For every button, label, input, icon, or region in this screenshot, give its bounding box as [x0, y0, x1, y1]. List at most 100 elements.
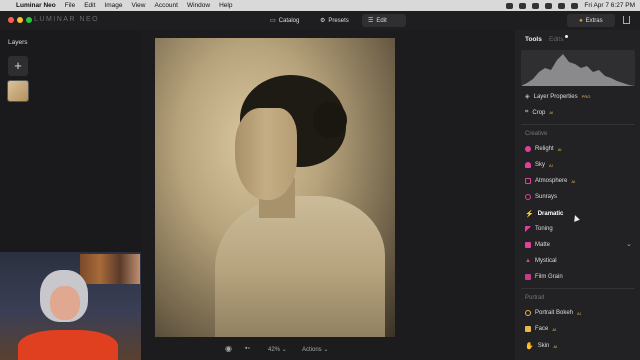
tool-label: Film Grain	[535, 274, 563, 280]
tool-label: Dramatic	[537, 211, 564, 217]
tool-layer-properties[interactable]: ◈ Layer Properties PRO	[525, 93, 590, 101]
share-icon[interactable]	[623, 16, 630, 24]
ai-badge: AI	[549, 110, 554, 115]
menu-app-name[interactable]: Luminar Neo	[16, 2, 56, 9]
tool-relight[interactable]: Relight AI	[525, 146, 561, 152]
tab-edits[interactable]: Edits	[549, 36, 563, 43]
battery-icon[interactable]	[532, 2, 540, 9]
tool-dramatic[interactable]: ⚡ Dramatic	[525, 210, 563, 218]
crop-icon: ⌗	[525, 109, 529, 115]
tools-panel: Tools Edits ◈ Layer Properties PRO ⌗ Cro…	[515, 30, 640, 360]
bookshelf	[80, 254, 140, 284]
add-layer-button[interactable]: +	[8, 56, 28, 76]
tool-label: Matte	[535, 242, 551, 248]
layers-icon: ◈	[525, 94, 530, 100]
toning-icon	[525, 226, 531, 232]
tab-tools[interactable]: Tools	[525, 36, 542, 43]
skin-icon: ✋	[525, 343, 534, 350]
section-creative: Creative	[525, 131, 548, 137]
presenter-shirt	[18, 330, 118, 360]
menu-help[interactable]: Help	[219, 2, 232, 9]
chevron-down-icon[interactable]: ⌄	[626, 240, 632, 248]
film-grain-icon	[525, 274, 531, 280]
menu-file[interactable]: File	[65, 2, 75, 9]
zoom-window-button[interactable]	[26, 17, 32, 23]
chevron-down-icon: ⌄	[323, 347, 329, 353]
tool-sky[interactable]: Sky AI	[525, 162, 553, 168]
tool-portrait-bokeh[interactable]: Portrait Bokeh AI	[525, 310, 581, 316]
ai-badge: AI	[549, 162, 553, 168]
extras-button[interactable]: ♠ Extras	[567, 14, 615, 27]
tool-face[interactable]: Face AI	[525, 326, 556, 332]
actions-dropdown[interactable]: Actions ⌄	[302, 346, 328, 353]
extras-icon: ♠	[579, 17, 583, 24]
photo-face	[235, 108, 297, 200]
atmosphere-icon	[525, 178, 531, 184]
zoom-dropdown[interactable]: 42% ⌄	[268, 346, 287, 353]
catalog-label: Catalog	[278, 17, 300, 24]
section-portrait: Portrait	[525, 295, 545, 301]
tool-mystical[interactable]: ▲ Mystical	[525, 258, 557, 264]
ai-badge: AI	[553, 343, 558, 349]
histogram	[521, 50, 635, 86]
histogram-graph	[521, 54, 635, 86]
dramatic-icon: ⚡	[525, 211, 534, 218]
close-window-button[interactable]	[8, 17, 14, 23]
eye-icon[interactable]: ◉	[225, 344, 232, 353]
tool-label: Mystical	[534, 258, 557, 264]
presets-button[interactable]: ⚙ Presets	[314, 14, 355, 27]
ai-badge: AI	[571, 178, 576, 184]
folder-icon: ▭	[270, 18, 276, 24]
tool-film-grain[interactable]: Film Grain	[525, 274, 563, 280]
tool-matte[interactable]: Matte	[525, 242, 550, 248]
tool-toning[interactable]: Toning	[525, 226, 553, 232]
menu-window[interactable]: Window	[187, 2, 210, 9]
tool-sunrays[interactable]: Sunrays	[525, 194, 557, 200]
cloud-icon	[525, 162, 531, 168]
minimize-window-button[interactable]	[17, 17, 23, 23]
relight-icon	[525, 146, 531, 152]
layer-thumbnail[interactable]	[8, 81, 28, 101]
divider	[521, 288, 635, 289]
tool-skin[interactable]: ✋ Skin AI	[525, 342, 557, 350]
divider	[521, 124, 635, 125]
status-icon[interactable]	[506, 2, 514, 9]
catalog-button[interactable]: ▭ Catalog	[264, 14, 305, 27]
clock[interactable]: Fri Apr 7 6:27 PM	[584, 2, 635, 9]
control-center-icon[interactable]	[571, 2, 579, 9]
ai-badge: AI	[577, 310, 581, 316]
face-icon	[525, 326, 531, 332]
layers-title: Layers	[8, 39, 28, 46]
wifi-icon[interactable]	[545, 2, 553, 9]
edits-indicator-dot	[565, 35, 568, 38]
search-icon[interactable]	[558, 2, 566, 9]
edit-button[interactable]: ☰ Edit	[362, 14, 406, 27]
tool-label: Relight	[535, 146, 554, 152]
app-titlebar: LUMINAR NEO ▭ Catalog ⚙ Presets ☰ Edit ♠…	[0, 11, 640, 30]
edited-photo[interactable]	[155, 38, 395, 337]
photo-hair-bun	[313, 102, 347, 138]
tool-atmosphere[interactable]: Atmosphere AI	[525, 178, 575, 184]
menu-account[interactable]: Account	[154, 2, 178, 9]
edit-label: Edit	[376, 17, 387, 24]
menu-edit[interactable]: Edit	[84, 2, 95, 9]
extras-label: Extras	[585, 17, 603, 24]
compare-icon[interactable]: ▪▫	[245, 345, 250, 352]
tool-label: Layer Properties	[533, 93, 578, 100]
tool-label: Toning	[535, 226, 553, 232]
webcam-overlay	[0, 252, 141, 360]
tool-label: Portrait Bokeh	[535, 310, 574, 316]
status-icon[interactable]	[519, 2, 527, 9]
sliders-icon: ☰	[368, 18, 374, 24]
menu-view[interactable]: View	[132, 2, 146, 9]
canvas-bottom-bar: ◉ ▪▫ 42% ⌄ Actions ⌄	[141, 340, 515, 360]
chevron-down-icon: ⌄	[281, 347, 287, 353]
matte-icon	[525, 242, 531, 248]
mac-menubar: Luminar Neo File Edit Image View Account…	[0, 0, 640, 11]
presenter-face	[50, 286, 80, 320]
tool-label: Atmosphere	[535, 178, 568, 184]
presets-label: Presets	[328, 17, 349, 24]
menu-image[interactable]: Image	[104, 2, 122, 9]
tool-crop[interactable]: ⌗ Crop AI	[525, 109, 553, 116]
status-area: Fri Apr 7 6:27 PM	[506, 0, 635, 11]
